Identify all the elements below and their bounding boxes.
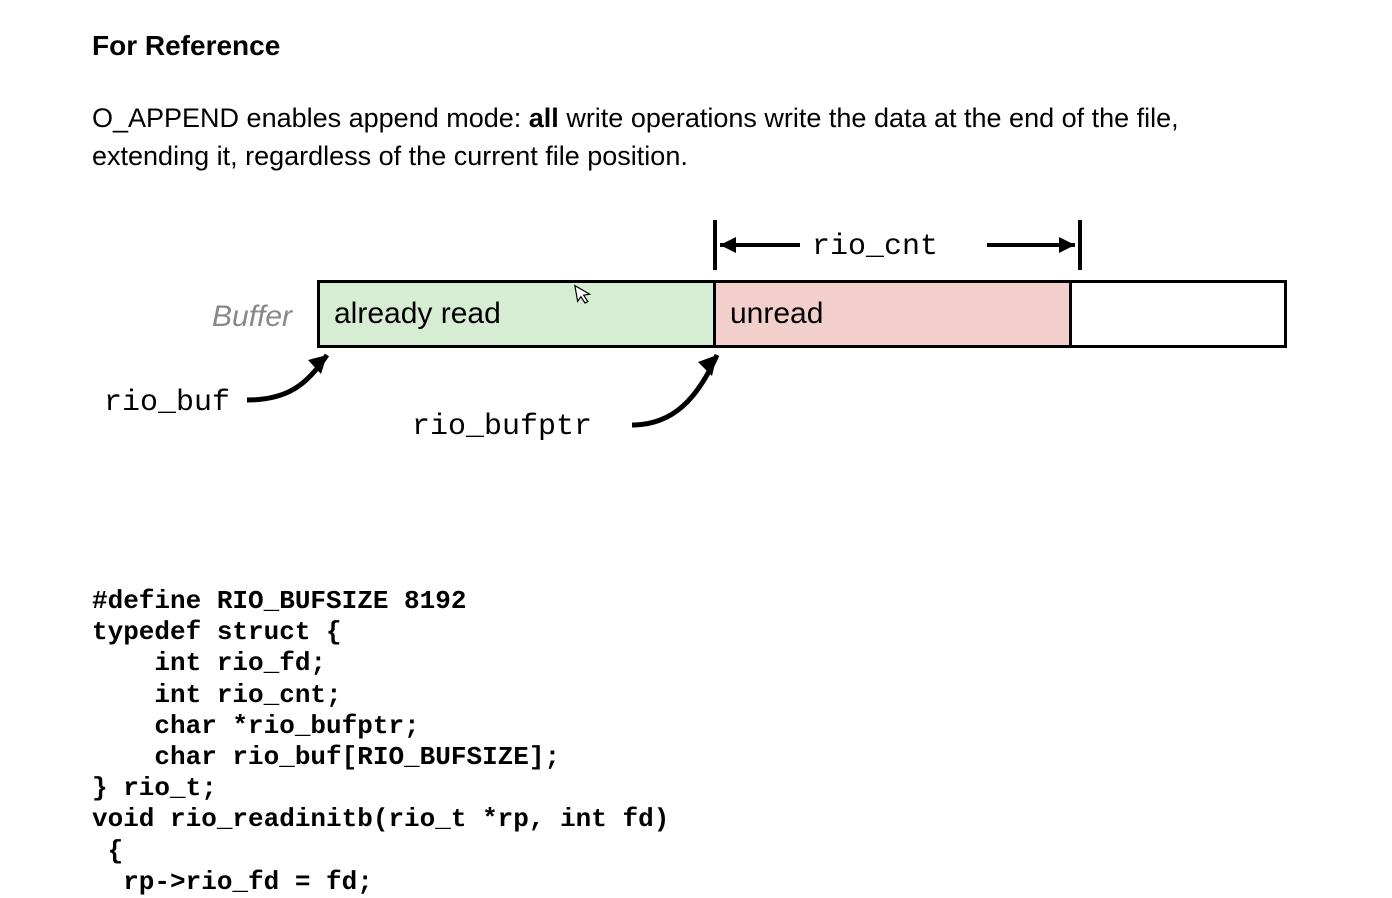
rio-buf-label: rio_buf: [104, 386, 230, 420]
buffer-segment-already-read: already read: [320, 283, 716, 345]
buffer-segment-empty: [1072, 283, 1284, 345]
description-paragraph: O_APPEND enables append mode: all write …: [92, 100, 1292, 176]
rio-cnt-label: rio_cnt: [812, 230, 938, 264]
buffer-container: already read unread: [317, 280, 1287, 348]
buffer-segment-unread: unread: [716, 283, 1072, 345]
page: For Reference O_APPEND enables append mo…: [0, 0, 1392, 896]
paragraph-bold: all: [529, 103, 559, 133]
rio-cnt-span-icon: [92, 200, 1292, 280]
code-block: #define RIO_BUFSIZE 8192 typedef struct …: [92, 586, 669, 898]
buffer-label: Buffer: [212, 300, 292, 334]
buffer-diagram: rio_cnt Buffer already read unread rio_b…: [92, 200, 1292, 460]
section-heading: For Reference: [92, 30, 280, 62]
paragraph-pre: O_APPEND enables append mode:: [92, 103, 529, 133]
rio-bufptr-label: rio_bufptr: [412, 410, 592, 444]
